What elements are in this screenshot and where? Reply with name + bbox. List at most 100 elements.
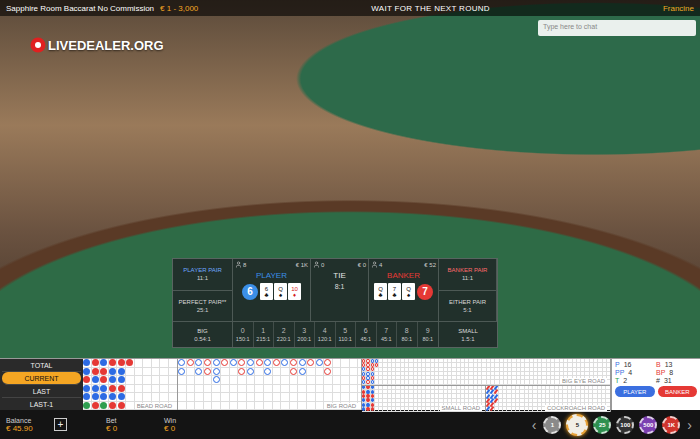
history-tab[interactable]: CURRENT (2, 372, 81, 385)
road-cell (178, 368, 187, 377)
number-bet[interactable]: 880:1 (397, 322, 418, 347)
road-cell (255, 385, 264, 394)
bead (118, 368, 125, 375)
road-cell (100, 393, 109, 402)
road-cell (212, 359, 221, 368)
main-bet[interactable]: 0€ 0TIE8:1 (311, 259, 369, 321)
road-cell (298, 359, 307, 368)
road-cell (135, 368, 144, 377)
history-tab[interactable]: TOTAL (2, 359, 81, 372)
road-cell (264, 368, 273, 377)
chat-input[interactable]: Type here to chat (538, 20, 696, 36)
bead (100, 385, 107, 392)
baccarat-page: Sapphire Room Baccarat No Commission€ 1 … (0, 0, 700, 439)
big-road-mark (290, 359, 297, 366)
road-cell (281, 393, 290, 402)
players-icon (313, 261, 320, 268)
number-bet[interactable]: 745:1 (377, 322, 398, 347)
road-column (298, 359, 307, 410)
number-bet[interactable]: 980:1 (418, 322, 439, 347)
road-cell (264, 376, 273, 385)
road-cell (316, 368, 325, 377)
number-bet[interactable]: 5110:1 (336, 322, 357, 347)
number-bet[interactable]: 3200:1 (295, 322, 316, 347)
road-cell (135, 385, 144, 394)
number-bet[interactable]: 2220:1 (274, 322, 295, 347)
bet-payout: 8:1 (335, 283, 345, 290)
road-cell (100, 385, 109, 394)
road-cell (607, 380, 611, 384)
number-bet[interactable]: 0150:1 (233, 322, 254, 347)
number-bet[interactable]: 4120:1 (315, 322, 336, 347)
score-badge: 6 (242, 284, 258, 300)
chip[interactable]: 100 (616, 416, 634, 434)
big-road-mark (238, 359, 245, 366)
road-cell (100, 402, 109, 411)
road-cell (255, 359, 264, 368)
road-cell (83, 359, 92, 368)
road-cell (341, 393, 350, 402)
chip[interactable]: 5 (566, 414, 588, 436)
road-column (92, 359, 101, 410)
small-bet[interactable]: SMALL1.5:1 (439, 321, 497, 347)
card: Q♠ (402, 283, 415, 300)
side-bet[interactable]: BANKER PAIR11:1 (439, 259, 496, 291)
road-column (264, 359, 273, 410)
road-cell (221, 385, 230, 394)
stat-item: B13 (656, 361, 697, 368)
main-bet[interactable]: 8€ 1KPLAYER66♣Q♠10♦ (233, 259, 311, 321)
road-cell (230, 393, 239, 402)
big-road-mark (187, 359, 194, 366)
predict-button[interactable]: PLAYER (615, 386, 655, 397)
road-cell (187, 376, 196, 385)
chip[interactable]: 1 (543, 416, 561, 434)
road-cell (290, 402, 299, 411)
history-tab[interactable]: LAST-1 (2, 398, 81, 410)
road-cell (273, 368, 282, 377)
bead (100, 402, 107, 409)
main-bet[interactable]: 4€ 52BANKER7Q♣7♣Q♠ (369, 259, 438, 321)
road-cell (109, 402, 118, 411)
chips-next-button[interactable]: › (685, 417, 694, 433)
road-column (221, 359, 230, 410)
small-road-mark (362, 407, 365, 411)
road-cell (152, 359, 161, 368)
road-column (126, 359, 135, 410)
road-cell (212, 393, 221, 402)
road-column (100, 359, 109, 410)
side-bet[interactable]: EITHER PAIR5:1 (439, 291, 496, 322)
road-cell (83, 376, 92, 385)
road-cell (238, 359, 247, 368)
road-cell (221, 368, 230, 377)
chip[interactable]: 500 (639, 416, 657, 434)
history-tab[interactable]: LAST (2, 385, 81, 398)
road-cell (160, 368, 169, 377)
side-bet[interactable]: PERFECT PAIR**25:1 (173, 291, 232, 322)
big-eye-mark (362, 372, 365, 376)
predict-button[interactable]: BANKER (658, 386, 698, 397)
road-cell (255, 368, 264, 377)
road-cell (333, 385, 342, 394)
bet-total: Bet€ 0 (106, 417, 150, 433)
road-cell (350, 359, 359, 368)
road-label: BEAD ROAD (135, 403, 174, 409)
road-cell (117, 393, 126, 402)
bet-label: PLAYER (256, 271, 287, 280)
chip[interactable]: 25 (593, 416, 611, 434)
road-cell (117, 359, 126, 368)
road-cell (290, 376, 299, 385)
big-bet[interactable]: BIG0.54:1 (173, 321, 233, 347)
number-bet[interactable]: 1215:1 (254, 322, 275, 347)
chip[interactable]: 1K (662, 416, 680, 434)
road-cell (117, 376, 126, 385)
balance-label: Balance (6, 417, 50, 424)
number-bet[interactable]: 645:1 (356, 322, 377, 347)
road-cell (178, 402, 187, 411)
add-funds-button[interactable]: + (54, 418, 67, 431)
chips-prev-button[interactable]: ‹ (530, 417, 539, 433)
road-cell (298, 368, 307, 377)
road-cell (126, 402, 135, 411)
road-cell (109, 376, 118, 385)
road-column (247, 359, 256, 410)
side-bet[interactable]: PLAYER PAIR11:1 (173, 259, 232, 291)
